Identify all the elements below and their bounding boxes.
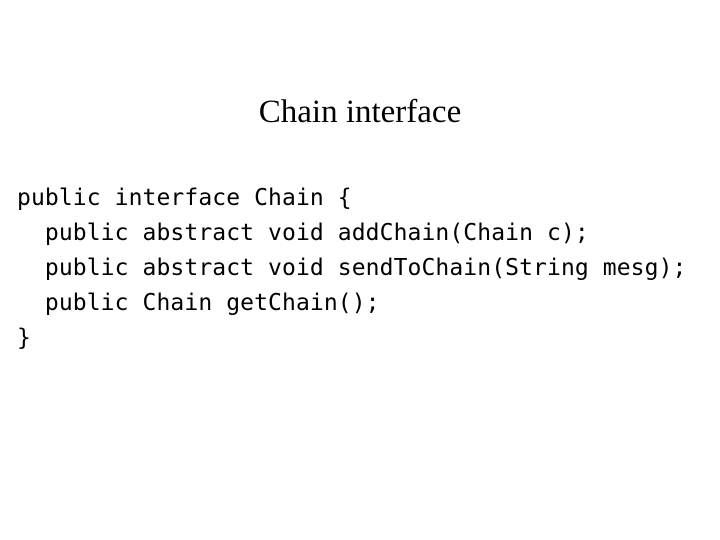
code-line: } — [17, 325, 31, 351]
code-line: public abstract void sendToChain(String … — [17, 255, 687, 281]
code-line: public Chain getChain(); — [17, 290, 380, 316]
code-content: public interface Chain { public abstract… — [17, 181, 720, 356]
code-block: public interface Chain { public abstract… — [17, 181, 720, 356]
code-line: public interface Chain { — [17, 185, 352, 211]
page-title: Chain interface — [258, 94, 462, 131]
code-line: public abstract void addChain(Chain c); — [17, 220, 589, 246]
slide-canvas: Chain interface public interface Chain {… — [0, 0, 720, 540]
